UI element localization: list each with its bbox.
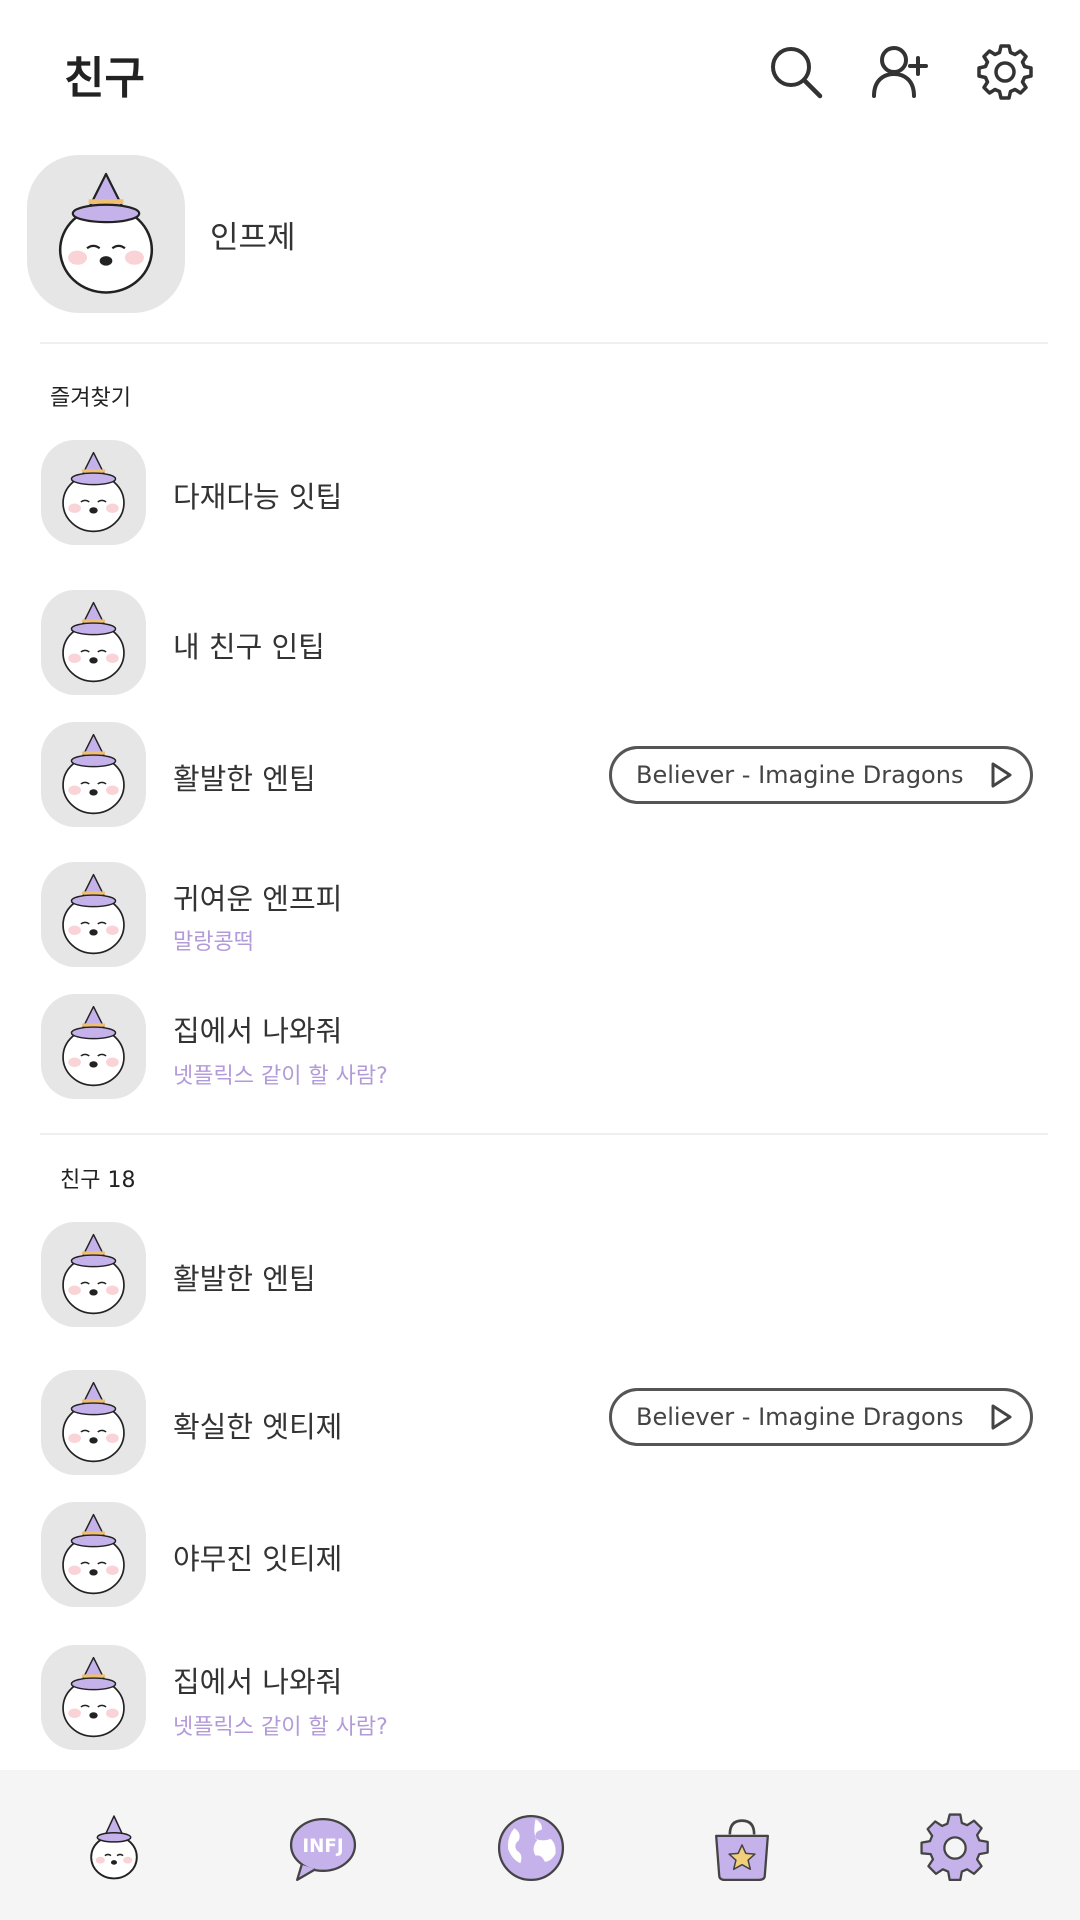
favorite-row[interactable]: 집에서 나와줘 넷플릭스 같이 할 사람? — [0, 994, 1080, 1104]
avatar[interactable] — [41, 722, 146, 827]
friend-name: 야무진 잇티제 — [173, 1542, 343, 1576]
favorites-label: 즐겨찾기 — [50, 386, 131, 411]
friend-name: 내 친구 인팁 — [173, 630, 325, 664]
friend-row[interactable]: 확실한 엣티제 Believer - Imagine Dragons — [0, 1370, 1080, 1480]
play-icon — [988, 761, 1014, 789]
status-message: 말랑콩떡 — [173, 930, 254, 955]
music-title: Believer - Imagine Dragons — [636, 761, 964, 789]
avatar[interactable] — [41, 1222, 146, 1327]
chat-badge-text: INFJ — [302, 1836, 343, 1857]
music-title: Believer - Imagine Dragons — [636, 1403, 964, 1431]
bottom-nav: INFJ — [0, 1770, 1080, 1920]
friend-name: 활발한 엔팁 — [173, 1262, 316, 1296]
friend-name: 집에서 나와줘 — [173, 1014, 343, 1048]
friend-name: 다재다능 잇팁 — [173, 480, 343, 514]
avatar[interactable] — [41, 590, 146, 695]
friends-count-label: 친구 18 — [60, 1168, 136, 1193]
status-message: 넷플릭스 같이 할 사람? — [173, 1064, 388, 1089]
avatar[interactable] — [41, 1370, 146, 1475]
divider — [40, 342, 1048, 344]
favorite-row[interactable]: 다재다능 잇팁 — [0, 440, 1080, 550]
settings-icon[interactable] — [975, 42, 1035, 102]
friend-row[interactable]: 야무진 잇티제 — [0, 1502, 1080, 1612]
profile-name: 인프제 — [210, 220, 296, 256]
page-title: 친구 — [64, 53, 145, 104]
avatar[interactable] — [41, 862, 146, 967]
settings-tab-icon[interactable] — [917, 1810, 993, 1886]
search-icon[interactable] — [766, 42, 826, 102]
friend-name: 귀여운 엔프피 — [173, 882, 343, 916]
friend-name: 활발한 엔팁 — [173, 762, 316, 796]
avatar[interactable] — [41, 440, 146, 545]
music-button[interactable]: Believer - Imagine Dragons — [609, 1388, 1033, 1446]
divider — [40, 1133, 1048, 1135]
friend-name: 확실한 엣티제 — [173, 1410, 343, 1444]
add-friend-icon[interactable] — [870, 42, 930, 102]
favorite-row[interactable]: 활발한 엔팁 Believer - Imagine Dragons — [0, 722, 1080, 832]
friends-tab-icon[interactable] — [76, 1810, 152, 1886]
friend-row[interactable]: 활발한 엔팁 — [0, 1222, 1080, 1332]
favorite-row[interactable]: 귀여운 엔프피 말랑콩떡 — [0, 862, 1080, 972]
status-message: 넷플릭스 같이 할 사람? — [173, 1715, 388, 1740]
friend-name: 집에서 나와줘 — [173, 1665, 343, 1699]
avatar[interactable] — [27, 155, 185, 313]
header: 친구 — [0, 0, 1080, 145]
shop-tab-icon[interactable] — [704, 1810, 780, 1886]
favorite-row[interactable]: 내 친구 인팁 — [0, 590, 1080, 700]
chat-tab-icon[interactable]: INFJ — [285, 1810, 361, 1886]
avatar[interactable] — [41, 994, 146, 1099]
my-profile[interactable]: 인프제 — [0, 150, 1080, 320]
music-button[interactable]: Believer - Imagine Dragons — [609, 746, 1033, 804]
globe-tab-icon[interactable] — [493, 1810, 569, 1886]
avatar[interactable] — [41, 1645, 146, 1750]
play-icon — [988, 1403, 1014, 1431]
avatar[interactable] — [41, 1502, 146, 1607]
friend-row[interactable]: 집에서 나와줘 넷플릭스 같이 할 사람? — [0, 1645, 1080, 1755]
